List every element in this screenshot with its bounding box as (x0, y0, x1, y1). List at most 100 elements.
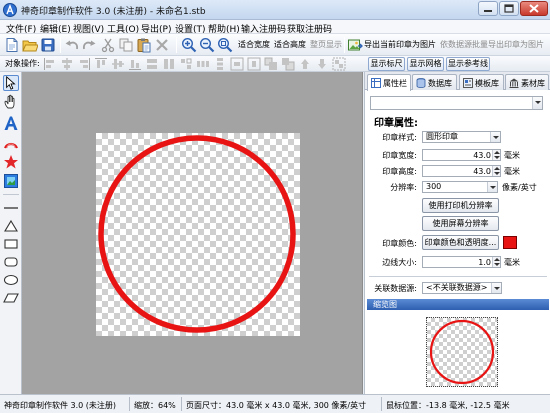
stamp-width-label: 印章宽度: (382, 151, 417, 160)
maximize-button[interactable] (499, 1, 519, 16)
star-tool-icon[interactable] (3, 154, 19, 170)
show-grid-button[interactable]: 显示网格 (407, 57, 444, 71)
paste-icon[interactable] (136, 37, 152, 53)
center-vertical-icon[interactable] (247, 57, 261, 71)
stamp-width-spinner[interactable] (492, 150, 500, 160)
tab-database[interactable]: 数据库 (412, 74, 457, 90)
stamp-height-input[interactable] (422, 165, 501, 177)
ellipse-tool-icon[interactable] (3, 272, 19, 288)
status-separator (181, 397, 182, 411)
title-bar: 神奇印章制作软件 3.0 (未注册) - 未命名1.stb (0, 0, 550, 20)
stamp-height-unit: 毫米 (504, 167, 520, 176)
group-icon[interactable] (332, 57, 346, 71)
hand-pan-icon[interactable] (3, 94, 19, 110)
export-current-stamp-button[interactable]: 导出当前印章为图片 (364, 37, 436, 53)
stamp-style-select[interactable]: 圆形印章 (422, 131, 501, 143)
toolbar-separator (176, 37, 177, 53)
stamp-height-spinner[interactable] (492, 166, 500, 176)
use-printer-resolution-button[interactable]: 使用打印机分辨率 (422, 198, 499, 213)
zoom-in-icon[interactable] (181, 37, 197, 53)
stamp-page[interactable] (96, 133, 300, 336)
same-width-icon[interactable] (145, 57, 159, 71)
thumbnail-preview[interactable] (426, 317, 498, 387)
new-document-icon[interactable] (4, 37, 20, 53)
border-size-spinner[interactable] (492, 257, 500, 267)
asset-library-icon (509, 78, 519, 88)
rectangle-tool-icon[interactable] (3, 236, 19, 252)
fit-height-button[interactable]: 适合高度 (274, 37, 306, 53)
datasource-label: 关联数据源: (374, 284, 417, 293)
tab-label: 素材库 (521, 79, 545, 88)
align-center-icon[interactable] (60, 57, 74, 71)
toolbar-separator (344, 37, 345, 53)
stamp-color-swatch[interactable] (503, 236, 517, 249)
resolution-label: 分辨率: (390, 183, 417, 192)
open-folder-icon[interactable] (22, 37, 38, 53)
align-bottom-icon[interactable] (128, 57, 142, 71)
tab-templates[interactable]: 模板库 (459, 74, 504, 90)
center-horizontal-icon[interactable] (230, 57, 244, 71)
resolution-unit: 像素/英寸 (502, 183, 537, 192)
resolution-select[interactable]: 300 (422, 181, 498, 193)
object-selector-dropdown[interactable] (370, 96, 543, 110)
tab-properties[interactable]: 属性栏 (367, 74, 411, 91)
stamp-height-label: 印章高度: (382, 167, 417, 176)
distribute-horizontal-icon[interactable] (196, 57, 210, 71)
export-image-icon[interactable] (347, 37, 363, 53)
align-left-icon[interactable] (43, 57, 57, 71)
bring-forward-icon[interactable] (298, 57, 312, 71)
status-separator (381, 397, 382, 411)
status-separator (129, 397, 130, 411)
align-right-icon[interactable] (77, 57, 91, 71)
bring-to-front-icon[interactable] (264, 57, 278, 71)
undo-icon[interactable] (64, 37, 80, 53)
full-page-button[interactable]: 整页显示 (310, 37, 342, 53)
tab-label: 数据库 (428, 79, 452, 88)
fit-width-button[interactable]: 适合宽度 (238, 37, 270, 53)
close-button[interactable] (520, 1, 548, 16)
redo-icon[interactable] (81, 37, 97, 53)
zoom-out-icon[interactable] (199, 37, 215, 53)
chevron-down-icon (487, 182, 497, 192)
same-size-icon[interactable] (179, 57, 193, 71)
database-icon (416, 78, 426, 88)
stamp-width-input[interactable] (422, 149, 501, 161)
status-page-size: 页面尺寸：43.0 毫米 x 43.0 毫米, 300 像素/英寸 (186, 401, 367, 410)
copy-icon[interactable] (118, 37, 134, 53)
border-size-input[interactable] (422, 256, 501, 268)
datasource-select[interactable]: <不关联数据源> (422, 282, 502, 294)
cut-icon[interactable] (100, 37, 116, 53)
object-ops-label: 对象操作: (5, 59, 40, 68)
image-tool-icon[interactable] (3, 173, 19, 189)
maximize-icon (504, 4, 514, 13)
show-ruler-button[interactable]: 显示标尺 (368, 57, 405, 71)
window-title: 神奇印章制作软件 3.0 (未注册) - 未命名1.stb (21, 7, 206, 17)
minimize-icon (484, 10, 492, 12)
border-size-label: 边线大小: (382, 258, 417, 267)
send-backward-icon[interactable] (315, 57, 329, 71)
use-screen-resolution-button[interactable]: 使用屏幕分辨率 (422, 216, 499, 231)
stamp-circle-border[interactable] (98, 135, 296, 333)
send-to-back-icon[interactable] (281, 57, 295, 71)
select-pointer-icon[interactable] (3, 75, 19, 91)
save-icon[interactable] (40, 37, 56, 53)
same-height-icon[interactable] (162, 57, 176, 71)
show-guides-button[interactable]: 显示参考线 (446, 57, 490, 71)
batch-export-button[interactable]: 依数据源批量导出印章为图片 (440, 37, 544, 53)
line-tool-icon[interactable] (3, 200, 19, 216)
datasource-value: <不关联数据源> (426, 283, 488, 292)
align-middle-icon[interactable] (111, 57, 125, 71)
delete-icon[interactable] (154, 37, 170, 53)
distribute-vertical-icon[interactable] (213, 57, 227, 71)
thumbnail-header: 缩览图 (367, 299, 549, 310)
text-tool-icon[interactable] (3, 115, 19, 131)
stamp-color-transparency-button[interactable]: 印章颜色和透明度... (422, 235, 499, 250)
tab-assets[interactable]: 素材库 (505, 74, 549, 90)
triangle-tool-icon[interactable] (3, 218, 19, 234)
minimize-button[interactable] (478, 1, 498, 16)
arc-text-tool-icon[interactable] (3, 135, 19, 151)
parallelogram-tool-icon[interactable] (3, 290, 19, 306)
zoom-actual-size-icon[interactable] (217, 37, 233, 53)
align-top-icon[interactable] (94, 57, 108, 71)
rounded-rectangle-tool-icon[interactable] (3, 254, 19, 270)
